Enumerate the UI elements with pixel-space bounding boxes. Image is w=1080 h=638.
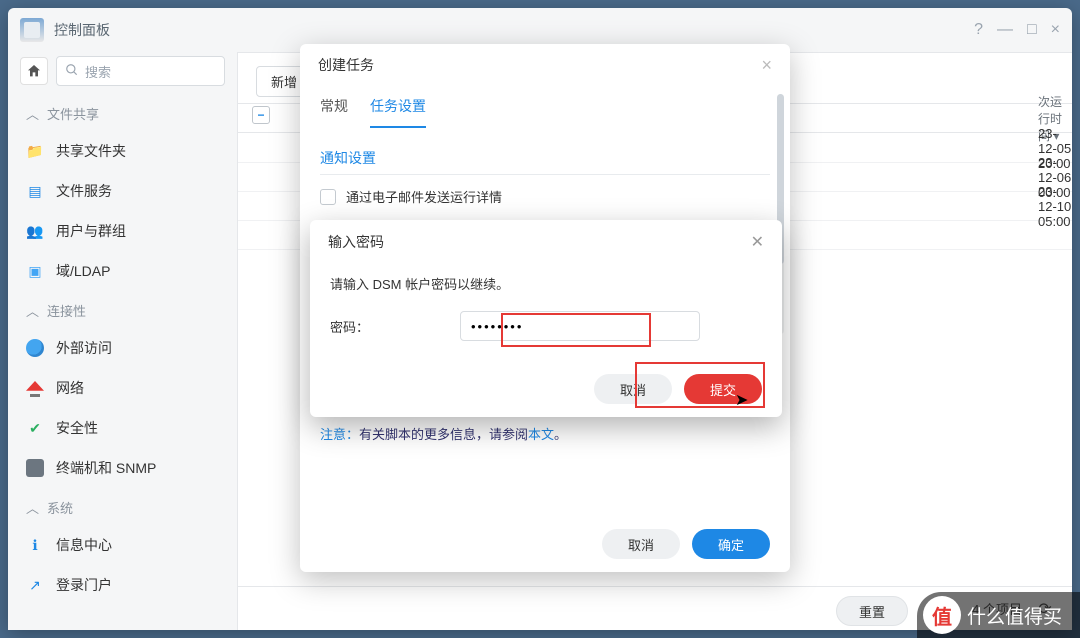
- chevron-up-icon: ︿: [26, 498, 39, 517]
- sidebar-item-users-groups[interactable]: 👥用户与群组: [8, 211, 237, 251]
- password-modal: 输入密码 ✕ 请输入 DSM 帐户密码以继续。 密码： 取消 提交: [310, 220, 782, 417]
- app-icon: [20, 18, 44, 42]
- info-icon: ℹ: [26, 536, 44, 554]
- folder-icon: 📁: [26, 142, 44, 160]
- password-label: 密码：: [330, 317, 450, 336]
- close-icon[interactable]: ×: [761, 55, 772, 76]
- watermark-text: 什么值得买: [967, 602, 1062, 629]
- file-services-icon: ▤: [26, 182, 44, 200]
- sidebar-item-file-services[interactable]: ▤文件服务: [8, 171, 237, 211]
- tab-general[interactable]: 常规: [320, 96, 348, 128]
- chevron-up-icon: ︿: [26, 301, 39, 320]
- reset-button[interactable]: 重置: [836, 596, 908, 626]
- network-icon: [26, 379, 44, 397]
- sidebar-item-terminal[interactable]: 终端机和 SNMP: [8, 448, 237, 488]
- sidebar-item-shared-folder[interactable]: 📁共享文件夹: [8, 131, 237, 171]
- tab-task-settings[interactable]: 任务设置: [370, 96, 426, 128]
- ok-button[interactable]: 确定: [692, 529, 770, 559]
- email-checkbox-label: 通过电子邮件发送运行详情: [346, 187, 502, 206]
- password-submit-button[interactable]: 提交: [684, 374, 762, 404]
- login-icon: ↗: [26, 576, 44, 594]
- section-connectivity[interactable]: ︿ 连接性: [8, 291, 237, 328]
- watermark: 值 什么值得买: [917, 592, 1080, 638]
- globe-icon: [26, 339, 44, 357]
- note-text: 注意：有关脚本的更多信息，请参阅本文。: [320, 424, 770, 443]
- close-icon[interactable]: ✕: [751, 232, 764, 252]
- section-system[interactable]: ︿ 系统: [8, 488, 237, 525]
- search-placeholder: 搜索: [85, 62, 111, 81]
- sidebar-item-external[interactable]: 外部访问: [8, 328, 237, 368]
- sidebar-item-info[interactable]: ℹ信息中心: [8, 525, 237, 565]
- password-prompt: 请输入 DSM 帐户密码以继续。: [330, 274, 762, 293]
- search-input[interactable]: 搜索: [56, 56, 225, 86]
- email-checkbox[interactable]: [320, 189, 336, 205]
- minimize-icon[interactable]: —: [997, 21, 1013, 39]
- window-title: 控制面板: [54, 20, 110, 40]
- sidebar-item-login-portal[interactable]: ↗登录门户: [8, 565, 237, 605]
- section-notification: 通知设置: [320, 142, 770, 175]
- modal-title: 创建任务: [318, 55, 374, 75]
- password-input[interactable]: [460, 311, 700, 341]
- search-icon: [65, 63, 79, 80]
- note-link[interactable]: 本文: [528, 427, 554, 442]
- help-icon[interactable]: ?: [974, 21, 983, 39]
- terminal-icon: [26, 459, 44, 477]
- password-cancel-button[interactable]: 取消: [594, 374, 672, 404]
- chevron-up-icon: ︿: [26, 104, 39, 123]
- cancel-button[interactable]: 取消: [602, 529, 680, 559]
- watermark-badge-icon: 值: [923, 596, 961, 634]
- section-file-share[interactable]: ︿ 文件共享: [8, 94, 237, 131]
- sidebar: 搜索 ︿ 文件共享 📁共享文件夹 ▤文件服务 👥用户与群组 ▣域/LDAP ︿ …: [8, 52, 238, 630]
- close-icon[interactable]: ×: [1051, 21, 1060, 39]
- sidebar-item-network[interactable]: 网络: [8, 368, 237, 408]
- sidebar-item-ldap[interactable]: ▣域/LDAP: [8, 251, 237, 291]
- window-controls: ? — □ ×: [974, 21, 1060, 39]
- shield-icon: ✔: [26, 419, 44, 437]
- maximize-icon[interactable]: □: [1027, 21, 1037, 39]
- sidebar-item-security[interactable]: ✔安全性: [8, 408, 237, 448]
- password-modal-title: 输入密码: [328, 232, 384, 252]
- users-icon: 👥: [26, 222, 44, 240]
- ldap-icon: ▣: [26, 262, 44, 280]
- home-icon[interactable]: [20, 57, 48, 85]
